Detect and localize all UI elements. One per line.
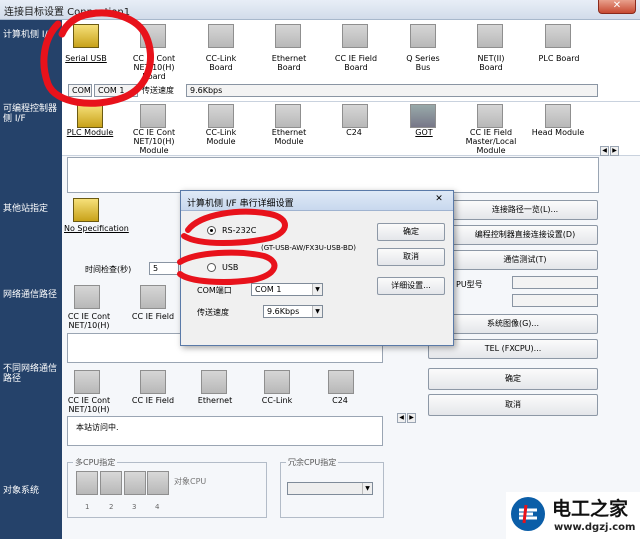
annotation-circle-pc-if (40, 9, 155, 107)
brand-url: www.dgzj.com (554, 522, 636, 533)
brand-e-icon (511, 497, 545, 531)
annotation-scribble-usb (177, 249, 278, 285)
annotation-scribble-rs232c (181, 208, 288, 246)
watermark-logo: 电工之家 www.dgzj.com (506, 492, 640, 539)
brand-name: 电工之家 (552, 498, 629, 520)
annotation-overlay (40, 9, 288, 285)
